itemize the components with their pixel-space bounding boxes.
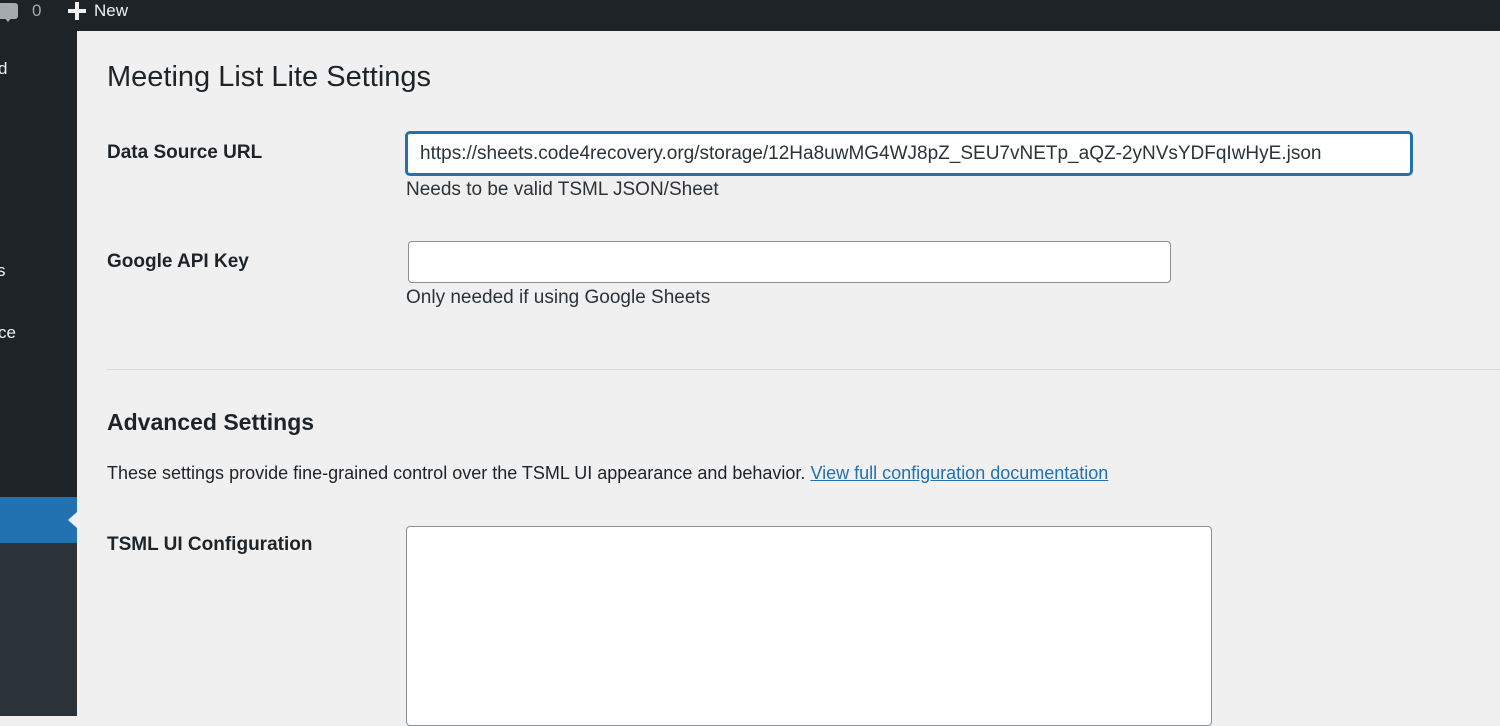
admin-menu: d s ce bbox=[0, 31, 77, 716]
advanced-intro-text: These settings provide fine-grained cont… bbox=[107, 463, 806, 483]
current-menu-arrow-icon bbox=[68, 512, 77, 528]
data-source-url-description: Needs to be valid TSML JSON/Sheet bbox=[406, 179, 719, 200]
google-api-key-description: Only needed if using Google Sheets bbox=[406, 287, 711, 308]
menu-item-fragment[interactable]: ce bbox=[0, 323, 16, 343]
data-source-url-label: Data Source URL bbox=[107, 142, 263, 163]
google-api-key-label: Google API Key bbox=[107, 251, 249, 272]
comments-count: 0 bbox=[32, 1, 42, 20]
menu-item-current[interactable] bbox=[0, 497, 77, 543]
google-api-key-input[interactable] bbox=[408, 241, 1171, 283]
submenu bbox=[0, 543, 77, 716]
tsml-ui-config-textarea[interactable] bbox=[406, 526, 1212, 726]
config-documentation-link[interactable]: View full configuration documentation bbox=[810, 463, 1108, 483]
menu-item-fragment[interactable]: s bbox=[0, 261, 6, 281]
page-title: Meeting List Lite Settings bbox=[107, 61, 432, 93]
new-label: New bbox=[94, 1, 129, 20]
plus-icon bbox=[66, 1, 86, 21]
section-divider bbox=[107, 369, 1500, 370]
admin-bar: 0 New bbox=[0, 0, 1500, 31]
advanced-settings-heading: Advanced Settings bbox=[107, 409, 315, 435]
tsml-ui-config-label: TSML UI Configuration bbox=[107, 534, 313, 555]
menu-item-fragment[interactable]: d bbox=[0, 59, 7, 79]
new-content-button[interactable]: New bbox=[66, 0, 128, 22]
comment-bubble-tail-icon bbox=[4, 17, 12, 22]
advanced-settings-intro: These settings provide fine-grained cont… bbox=[107, 463, 1108, 484]
data-source-url-input[interactable] bbox=[406, 132, 1412, 175]
